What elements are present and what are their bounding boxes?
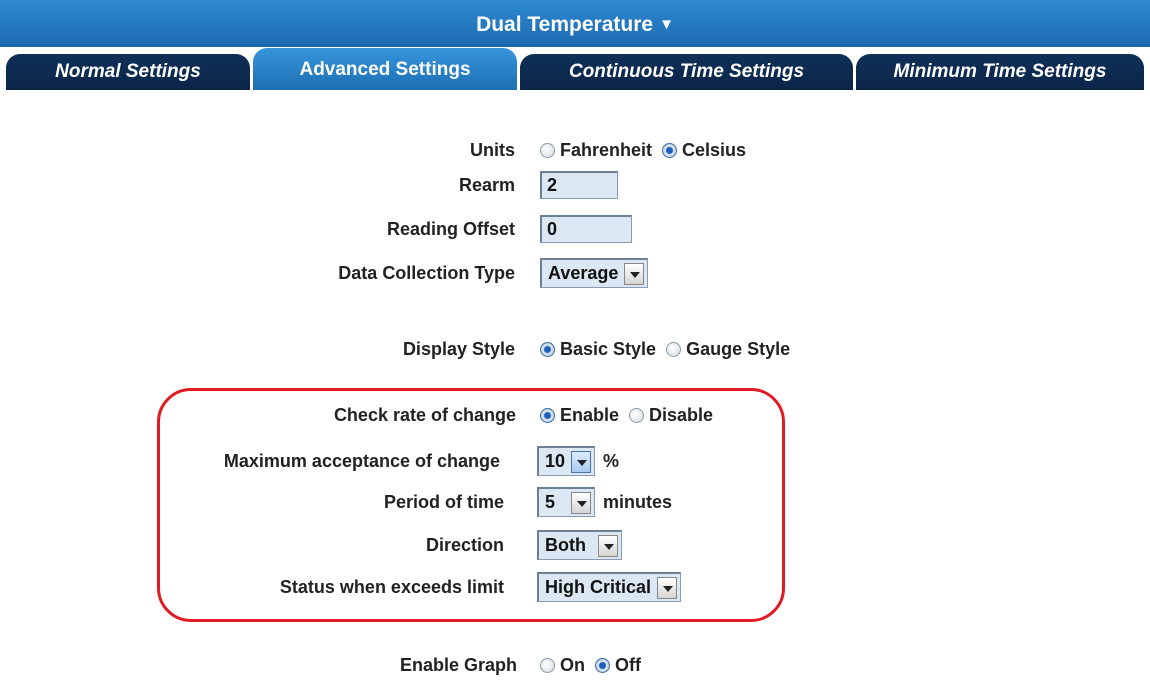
gauge-style-radio[interactable] (666, 341, 682, 357)
period-row: Period of time 5 minutes (0, 487, 1150, 517)
status-exceeds-row: Status when exceeds limit High Critical (0, 572, 1150, 602)
period-value: 5 (545, 492, 556, 512)
enable-option-label[interactable]: Enable (560, 405, 619, 426)
enable-radio[interactable] (540, 407, 555, 423)
chevron-down-icon[interactable] (571, 450, 592, 473)
graph-on-radio[interactable] (540, 657, 555, 673)
dropdown-arrow-icon: ▼ (659, 16, 674, 33)
period-select[interactable]: 5 (537, 487, 596, 517)
units-label: Units (470, 140, 515, 160)
device-title: Dual Temperature (476, 13, 654, 36)
fahrenheit-option-label[interactable]: Fahrenheit (560, 140, 652, 161)
direction-select[interactable]: Both (537, 530, 622, 560)
chevron-down-icon[interactable] (571, 491, 592, 514)
status-exceeds-value: High Critical (545, 577, 652, 597)
status-exceeds-select[interactable]: High Critical (537, 572, 682, 602)
chevron-down-icon[interactable] (657, 576, 678, 599)
reading-offset-row: Reading Offset 0 (0, 214, 1150, 244)
max-acceptance-label: Maximum acceptance of change (223, 451, 500, 471)
disable-option-label[interactable]: Disable (649, 405, 713, 426)
basic-style-radio[interactable] (540, 341, 555, 357)
check-rate-label: Check rate of change (333, 405, 516, 425)
tab-continuous-time-settings[interactable]: Continuous Time Settings (520, 54, 853, 90)
rearm-label: Rearm (458, 175, 515, 195)
enable-graph-radio-group: On Off (540, 650, 651, 680)
tab-normal-settings[interactable]: Normal Settings (6, 54, 250, 90)
tab-minimum-time-settings[interactable]: Minimum Time Settings (856, 54, 1144, 90)
basic-style-option-label[interactable]: Basic Style (560, 339, 656, 360)
data-collection-type-label: Data Collection Type (338, 263, 515, 283)
data-collection-type-select[interactable]: Average (540, 258, 649, 288)
device-title-dropdown[interactable]: Dual Temperature ▼ (0, 13, 1150, 37)
minutes-unit: minutes (603, 491, 673, 512)
reading-offset-input[interactable]: 0 (540, 215, 632, 243)
display-style-label: Display Style (402, 339, 515, 359)
direction-label: Direction (425, 535, 504, 555)
chevron-down-icon[interactable] (624, 262, 645, 285)
rearm-row: Rearm 2 (0, 170, 1150, 200)
data-collection-type-value: Average (548, 263, 619, 283)
data-collection-type-row: Data Collection Type Average (0, 258, 1150, 288)
tab-advanced-settings[interactable]: Advanced Settings (253, 48, 517, 90)
units-radio-group: Fahrenheit Celsius (540, 135, 756, 165)
check-rate-radio-group: Enable Disable (540, 400, 723, 430)
max-acceptance-row: Maximum acceptance of change 10 % (0, 446, 1150, 476)
check-rate-row: Check rate of change Enable Disable (0, 400, 1150, 430)
header-bar: Dual Temperature ▼ (0, 0, 1150, 47)
settings-tabs: Normal Settings Advanced Settings Contin… (0, 48, 1150, 90)
period-label: Period of time (383, 492, 504, 512)
chevron-down-icon[interactable] (597, 534, 618, 557)
percent-unit: % (603, 450, 620, 471)
max-acceptance-value: 10 (545, 451, 566, 471)
reading-offset-label: Reading Offset (386, 219, 515, 239)
max-acceptance-select[interactable]: 10 (537, 446, 596, 476)
disable-radio[interactable] (629, 407, 645, 423)
display-style-radio-group: Basic Style Gauge Style (540, 334, 800, 364)
celsius-radio[interactable] (662, 142, 678, 158)
graph-on-option-label[interactable]: On (560, 655, 585, 676)
fahrenheit-radio[interactable] (540, 142, 555, 158)
direction-row: Direction Both (0, 530, 1150, 560)
units-row: Units Fahrenheit Celsius (0, 135, 1150, 165)
direction-value: Both (545, 535, 586, 555)
gauge-style-option-label[interactable]: Gauge Style (686, 339, 790, 360)
status-exceeds-label: Status when exceeds limit (279, 577, 504, 597)
graph-off-option-label[interactable]: Off (615, 655, 641, 676)
display-style-row: Display Style Basic Style Gauge Style (0, 334, 1150, 364)
enable-graph-label: Enable Graph (399, 655, 517, 675)
celsius-option-label[interactable]: Celsius (682, 140, 746, 161)
rearm-input[interactable]: 2 (540, 171, 618, 199)
graph-off-radio[interactable] (595, 657, 610, 673)
enable-graph-row: Enable Graph On Off (0, 650, 1150, 680)
